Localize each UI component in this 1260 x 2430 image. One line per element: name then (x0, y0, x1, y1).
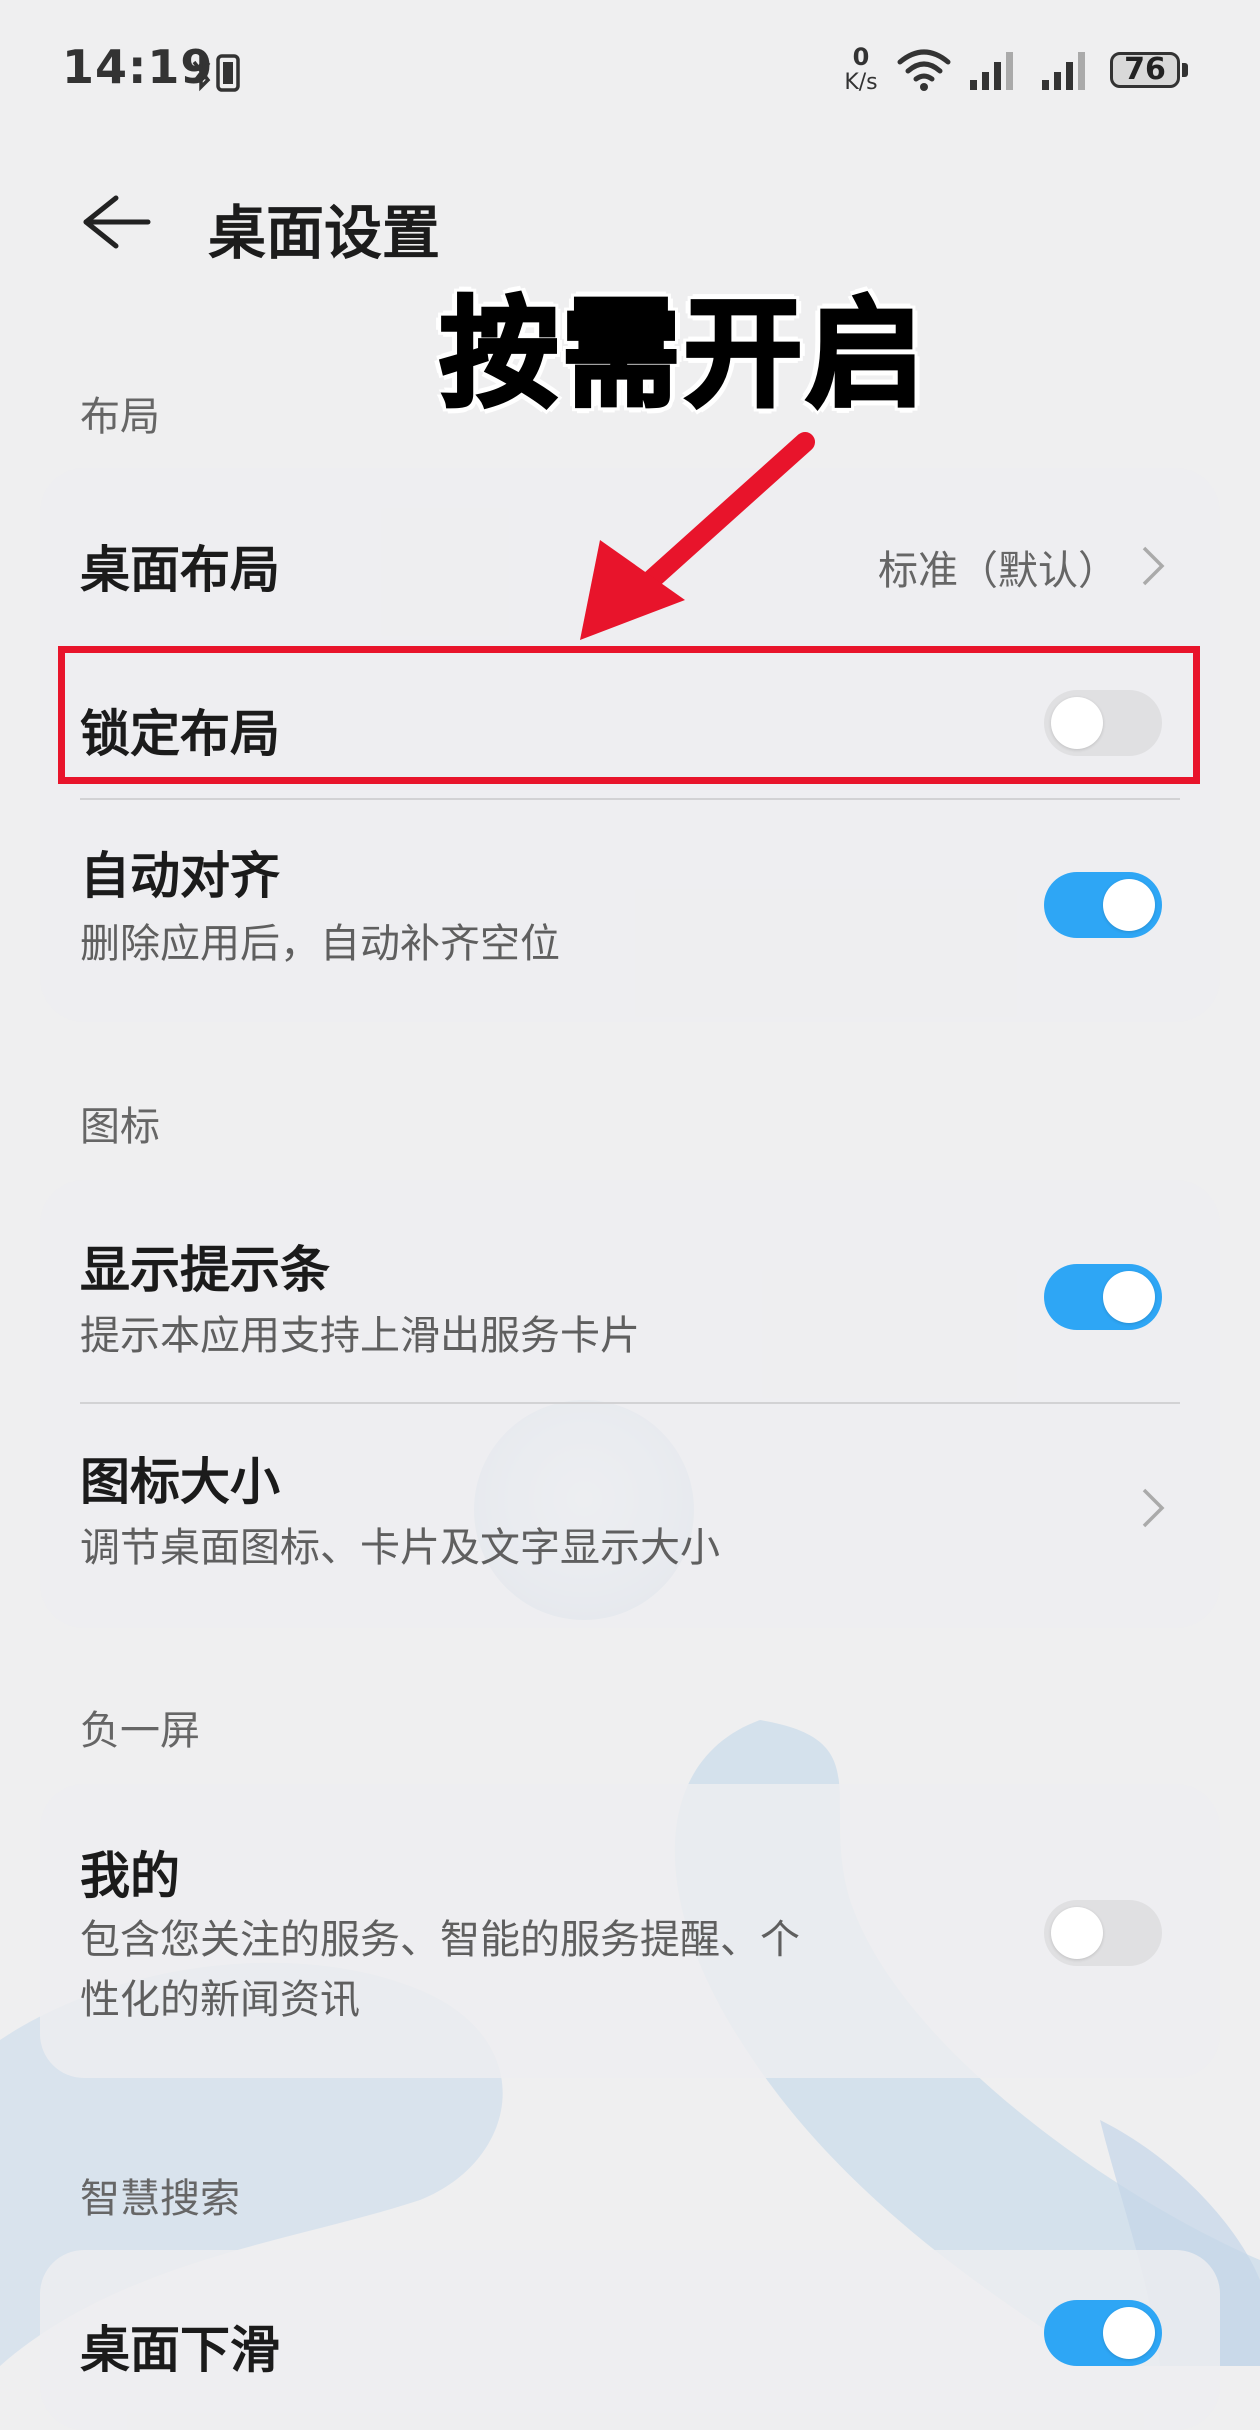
row-subtitle: 提示本应用支持上滑出服务卡片 (80, 1313, 640, 1359)
row-desktop-swipe-down: 桌面下滑 (40, 2250, 1220, 2379)
row-title: 显示提示条 (80, 1241, 330, 1299)
row-mine: 我的 包含您关注的服务、智能的服务提醒、个 性化的新闻资讯 (40, 1784, 1220, 2078)
row-subtitle: 调节桌面图标、卡片及文字显示大小 (80, 1525, 720, 1571)
mine-toggle[interactable] (1044, 1900, 1162, 1966)
section-title-layout: 布局 (80, 394, 160, 440)
row-title: 自动对齐 (80, 847, 280, 905)
auto-align-toggle[interactable] (1044, 872, 1162, 938)
chevron-right-icon (1142, 546, 1165, 586)
network-speed: 0 K/s (844, 43, 878, 95)
annotation-text: 按需开启 (438, 283, 929, 425)
section-title-minus-one-screen: 负一屏 (80, 1708, 200, 1754)
signal-strength-icon (970, 52, 1013, 90)
row-subtitle-line-2: 性化的新闻资讯 (80, 1977, 360, 2023)
row-value: 标准（默认） (878, 548, 1118, 594)
annotation-highlight-box (58, 646, 1200, 784)
section-title-smart-search: 智慧搜索 (80, 2176, 240, 2222)
back-arrow-icon[interactable] (80, 192, 152, 252)
battery-indicator: 76 (1110, 52, 1190, 92)
row-subtitle-line-1: 包含您关注的服务、智能的服务提醒、个 (80, 1917, 800, 1963)
row-title: 桌面布局 (80, 541, 280, 599)
section-title-icons: 图标 (80, 1104, 160, 1150)
row-show-hint-bar: 显示提示条 提示本应用支持上滑出服务卡片 (40, 1180, 1220, 1402)
row-title: 图标大小 (80, 1453, 280, 1511)
row-auto-align: 自动对齐 删除应用后，自动补齐空位 (40, 800, 1220, 1022)
annotation-arrow (580, 432, 815, 640)
row-title: 我的 (80, 1847, 180, 1905)
battery-level: 76 (1124, 52, 1166, 87)
signal-strength-icon-2 (1042, 52, 1085, 90)
wifi-icon (897, 49, 951, 91)
bluetooth-battery-icon (192, 52, 240, 92)
show-hint-bar-toggle[interactable] (1044, 1264, 1162, 1330)
page-title: 桌面设置 (208, 199, 441, 267)
row-title: 桌面下滑 (80, 2321, 280, 2379)
desktop-swipe-down-toggle[interactable] (1044, 2300, 1162, 2366)
chevron-right-icon (1142, 1488, 1165, 1528)
row-subtitle: 删除应用后，自动补齐空位 (80, 921, 560, 967)
row-icon-size[interactable]: 图标大小 调节桌面图标、卡片及文字显示大小 (40, 1404, 1220, 1628)
